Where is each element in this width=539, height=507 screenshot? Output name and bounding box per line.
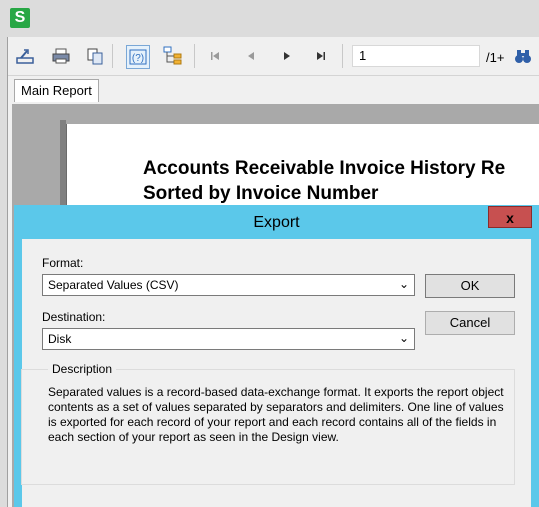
previous-page-icon[interactable]	[240, 45, 262, 67]
report-toolbar: (?) 1 /1+	[8, 38, 539, 76]
destination-select[interactable]: Disk ⌄	[42, 328, 415, 350]
description-legend: Description	[48, 362, 117, 376]
app-icon: S	[10, 8, 30, 28]
chevron-down-icon: ⌄	[398, 331, 409, 345]
svg-text:(?): (?)	[132, 53, 144, 64]
destination-label: Destination:	[42, 310, 106, 324]
tab-main-report[interactable]: Main Report	[14, 79, 99, 102]
close-button[interactable]: x	[488, 206, 532, 228]
first-page-icon[interactable]	[204, 45, 226, 67]
toolbar-separator	[112, 44, 113, 68]
last-page-icon[interactable]	[310, 45, 332, 67]
group-tree-icon[interactable]	[162, 45, 184, 67]
toolbar-separator	[342, 44, 343, 68]
window-frame	[0, 37, 8, 507]
copy-icon[interactable]	[84, 45, 106, 67]
report-tab-strip: Main Report	[8, 76, 539, 104]
format-select[interactable]: Separated Values (CSV) ⌄	[42, 274, 415, 296]
page-total-label: /1+	[486, 50, 505, 65]
window-titlebar: S	[0, 0, 539, 37]
report-title: Accounts Receivable Invoice History Re	[143, 158, 506, 179]
format-select-value: Separated Values (CSV)	[48, 278, 179, 292]
help-icon[interactable]: (?)	[126, 45, 150, 69]
ok-button[interactable]: OK	[425, 274, 515, 298]
search-binoculars-icon[interactable]	[512, 45, 534, 67]
description-text: Separated values is a record-based data-…	[48, 385, 504, 444]
dialog-title: Export	[253, 214, 300, 231]
cancel-button[interactable]: Cancel	[425, 311, 515, 335]
toolbar-separator	[194, 44, 195, 68]
export-icon[interactable]	[14, 45, 36, 67]
print-icon[interactable]	[50, 45, 72, 67]
format-label: Format:	[42, 256, 84, 270]
report-subtitle: Sorted by Invoice Number	[143, 183, 379, 204]
chevron-down-icon: ⌄	[398, 277, 409, 291]
page-number-input[interactable]: 1	[352, 45, 480, 67]
destination-select-value: Disk	[48, 332, 72, 346]
next-page-icon[interactable]	[276, 45, 298, 67]
